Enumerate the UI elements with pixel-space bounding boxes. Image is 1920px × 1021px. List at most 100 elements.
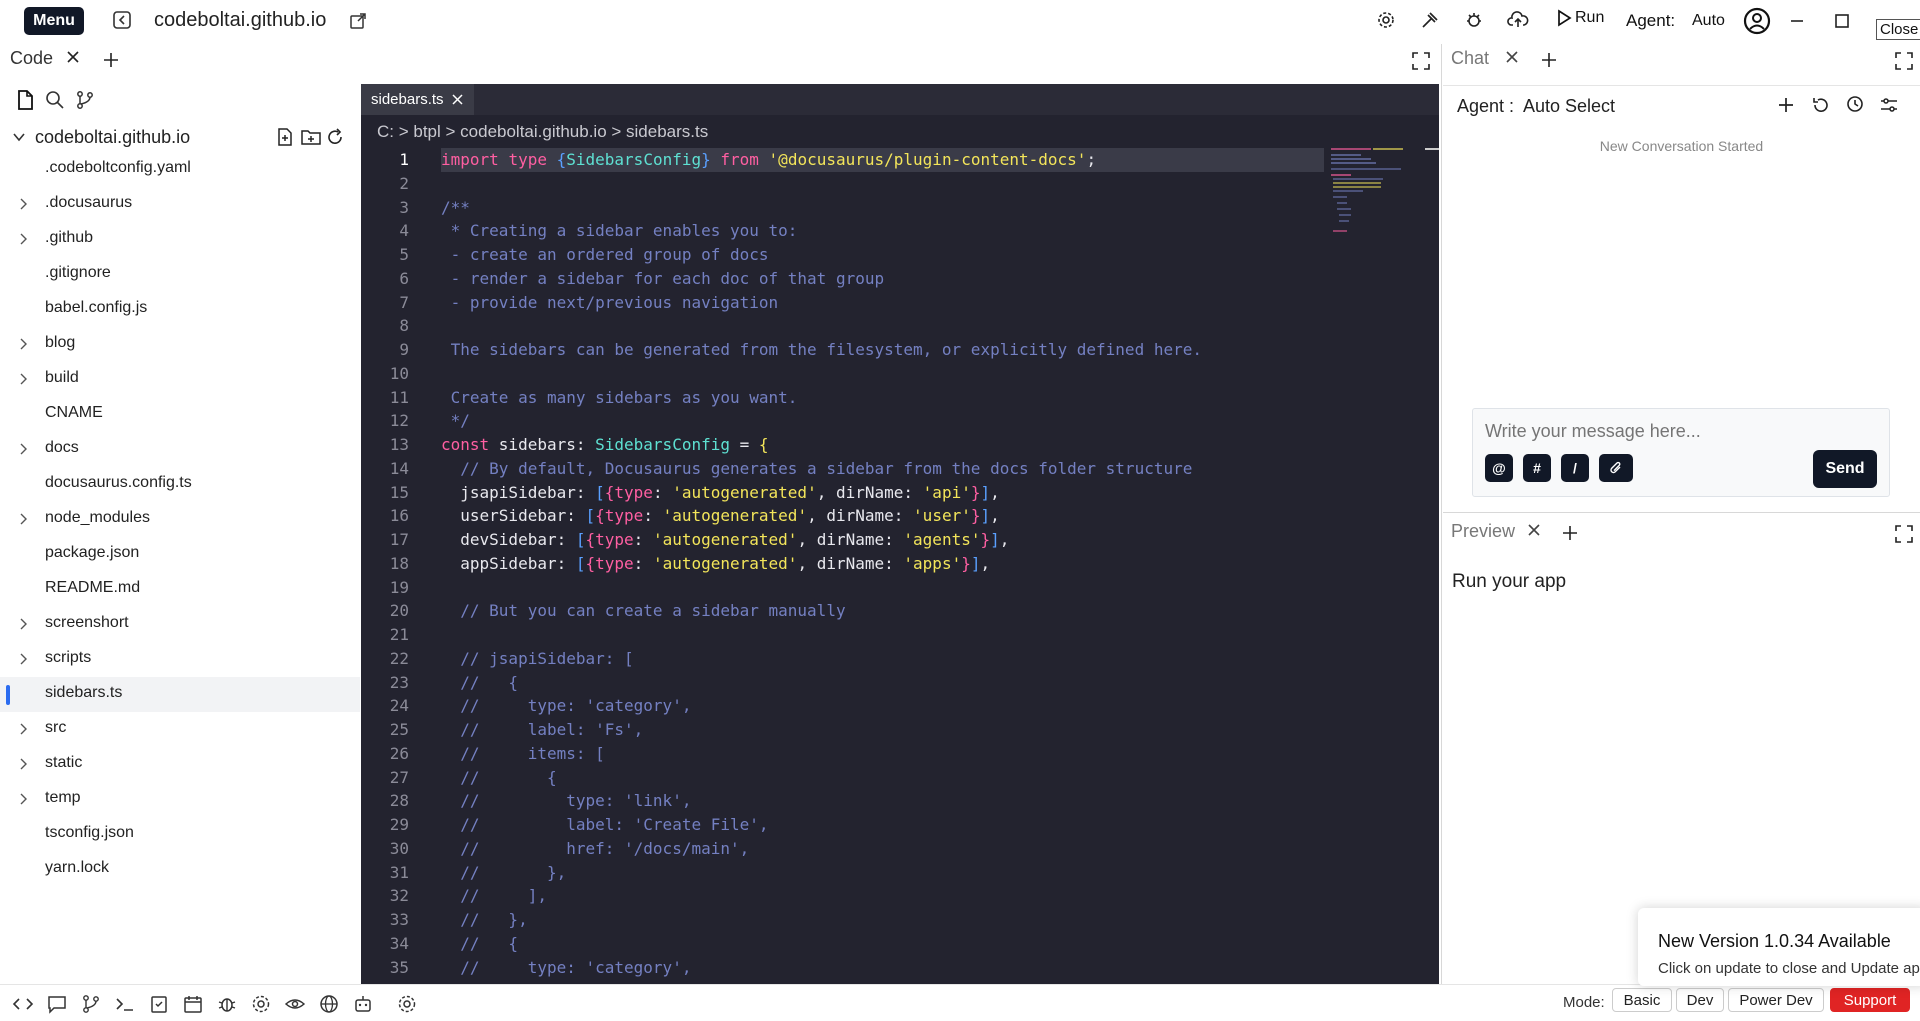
git-view-icon[interactable]	[80, 993, 102, 1015]
file-row[interactable]: .gitignore	[0, 257, 360, 292]
maximize-icon[interactable]	[1830, 9, 1854, 33]
code-lines[interactable]: 1 import type {SidebarsConfig} from '@doc…	[361, 148, 1421, 979]
new-chat-icon[interactable]	[1778, 97, 1794, 113]
slash-command-button[interactable]: /	[1561, 454, 1589, 482]
code-line[interactable]: 22 // jsapiSidebar: [	[361, 647, 1421, 671]
source-control-icon[interactable]	[76, 90, 94, 110]
file-row[interactable]: README.md	[0, 572, 360, 607]
refresh-icon[interactable]	[326, 128, 344, 146]
code-line[interactable]: 2	[361, 172, 1421, 196]
tasks-icon[interactable]	[148, 993, 170, 1015]
code-line[interactable]: 21	[361, 623, 1421, 647]
code-view-icon[interactable]	[12, 993, 34, 1015]
code-line[interactable]: 12 */	[361, 409, 1421, 433]
folder-row[interactable]: static	[0, 747, 360, 782]
code-line[interactable]: 28 // type: 'link',	[361, 789, 1421, 813]
code-line[interactable]: 35 // type: 'category',	[361, 956, 1421, 980]
external-link-icon[interactable]	[346, 9, 370, 33]
mode-dev-button[interactable]: Dev	[1676, 988, 1724, 1012]
editor-tab-sidebars[interactable]: sidebars.ts	[361, 84, 474, 115]
code-line[interactable]: 24 // type: 'category',	[361, 694, 1421, 718]
settings-icon[interactable]	[1374, 8, 1398, 32]
reset-icon[interactable]	[1812, 96, 1830, 114]
mode-basic-button[interactable]: Basic	[1612, 988, 1672, 1012]
file-row[interactable]: sidebars.ts	[0, 677, 360, 712]
tools-icon[interactable]	[1418, 8, 1442, 32]
menu-button[interactable]: Menu	[24, 7, 84, 35]
code-line[interactable]: 30 // href: '/docs/main',	[361, 837, 1421, 861]
mention-button[interactable]: @	[1485, 454, 1513, 482]
add-preview-tab-icon[interactable]	[1562, 525, 1578, 541]
code-line[interactable]: 10	[361, 362, 1421, 386]
code-line[interactable]: 9 The sidebars can be generated from the…	[361, 338, 1421, 362]
search-icon[interactable]	[45, 90, 65, 110]
code-editor[interactable]: sidebars.ts C: > btpl > codeboltai.githu…	[361, 84, 1439, 984]
tab-preview[interactable]: Preview	[1451, 521, 1515, 542]
folder-row[interactable]: screenshort	[0, 607, 360, 642]
code-line[interactable]: 18 appSidebar: [{type: 'autogenerated', …	[361, 552, 1421, 576]
file-row[interactable]: CNAME	[0, 397, 360, 432]
code-line[interactable]: 26 // items: [	[361, 742, 1421, 766]
folder-row[interactable]: scripts	[0, 642, 360, 677]
code-line[interactable]: 16 userSidebar: [{type: 'autogenerated',…	[361, 504, 1421, 528]
chat-settings-icon[interactable]	[1880, 96, 1898, 114]
code-line[interactable]: 20 // But you can create a sidebar manua…	[361, 599, 1421, 623]
close-chat-tab-icon[interactable]	[1505, 50, 1519, 64]
back-panel-icon[interactable]	[110, 8, 134, 32]
file-row[interactable]: yarn.lock	[0, 852, 360, 887]
eye-icon[interactable]	[284, 993, 306, 1015]
file-row[interactable]: docusaurus.config.ts	[0, 467, 360, 502]
panel-divider[interactable]	[1441, 44, 1442, 984]
close-editor-tab-icon[interactable]	[452, 94, 463, 105]
gear-icon[interactable]	[250, 993, 272, 1015]
code-line[interactable]: 3 /**	[361, 196, 1421, 220]
close-preview-tab-icon[interactable]	[1527, 523, 1541, 537]
calendar-icon[interactable]	[182, 993, 204, 1015]
file-row[interactable]: package.json	[0, 537, 360, 572]
folder-row[interactable]: .github	[0, 222, 360, 257]
minimap[interactable]	[1329, 146, 1409, 236]
code-line[interactable]: 11 Create as many sidebars as you want.	[361, 386, 1421, 410]
message-input[interactable]	[1485, 421, 1865, 442]
folder-row[interactable]: blog	[0, 327, 360, 362]
code-line[interactable]: 15 jsapiSidebar: [{type: 'autogenerated'…	[361, 481, 1421, 505]
add-chat-tab-icon[interactable]	[1541, 52, 1557, 68]
file-row[interactable]: tsconfig.json	[0, 817, 360, 852]
history-icon[interactable]	[1846, 95, 1864, 113]
attach-button[interactable]	[1599, 454, 1633, 482]
minimize-icon[interactable]	[1785, 9, 1809, 33]
new-folder-icon[interactable]	[301, 128, 321, 146]
cloud-upload-icon[interactable]	[1506, 8, 1530, 32]
add-tab-icon[interactable]	[103, 52, 119, 68]
folder-row[interactable]: src	[0, 712, 360, 747]
code-line[interactable]: 31 // },	[361, 861, 1421, 885]
code-line[interactable]: 6 - render a sidebar for each doc of tha…	[361, 267, 1421, 291]
code-line[interactable]: 29 // label: 'Create File',	[361, 813, 1421, 837]
breadcrumb[interactable]: C: > btpl > codeboltai.github.io > sideb…	[377, 122, 708, 142]
code-expand-icon[interactable]	[1412, 52, 1430, 70]
tab-code[interactable]: Code	[10, 48, 53, 69]
code-line[interactable]: 17 devSidebar: [{type: 'autogenerated', …	[361, 528, 1421, 552]
code-line[interactable]: 25 // label: 'Fs',	[361, 718, 1421, 742]
files-icon[interactable]	[16, 90, 34, 110]
code-line[interactable]: 14 // By default, Docusaurus generates a…	[361, 457, 1421, 481]
agent-select[interactable]: Auto	[1692, 12, 1725, 30]
code-line[interactable]: 1 import type {SidebarsConfig} from '@doc…	[361, 148, 1421, 172]
new-file-icon[interactable]	[276, 128, 294, 146]
code-line[interactable]: 13 const sidebars: SidebarsConfig = {	[361, 433, 1421, 457]
chat-agent-select[interactable]: Auto Select	[1523, 96, 1615, 117]
code-line[interactable]: 33 // },	[361, 908, 1421, 932]
code-line[interactable]: 5 - create an ordered group of docs	[361, 243, 1421, 267]
code-line[interactable]: 23 // {	[361, 671, 1421, 695]
file-row[interactable]: .codeboltconfig.yaml	[0, 152, 360, 187]
chat-view-icon[interactable]	[46, 993, 68, 1015]
code-line[interactable]: 4 * Creating a sidebar enables you to:	[361, 219, 1421, 243]
settings-cog-icon[interactable]	[396, 993, 418, 1015]
debug-icon[interactable]	[216, 993, 238, 1015]
send-button[interactable]: Send	[1813, 450, 1877, 488]
hashtag-button[interactable]: #	[1523, 454, 1551, 482]
code-line[interactable]: 27 // {	[361, 766, 1421, 790]
mode-support-button[interactable]: Support	[1830, 988, 1910, 1012]
folder-row[interactable]: build	[0, 362, 360, 397]
robot-icon[interactable]	[352, 993, 374, 1015]
